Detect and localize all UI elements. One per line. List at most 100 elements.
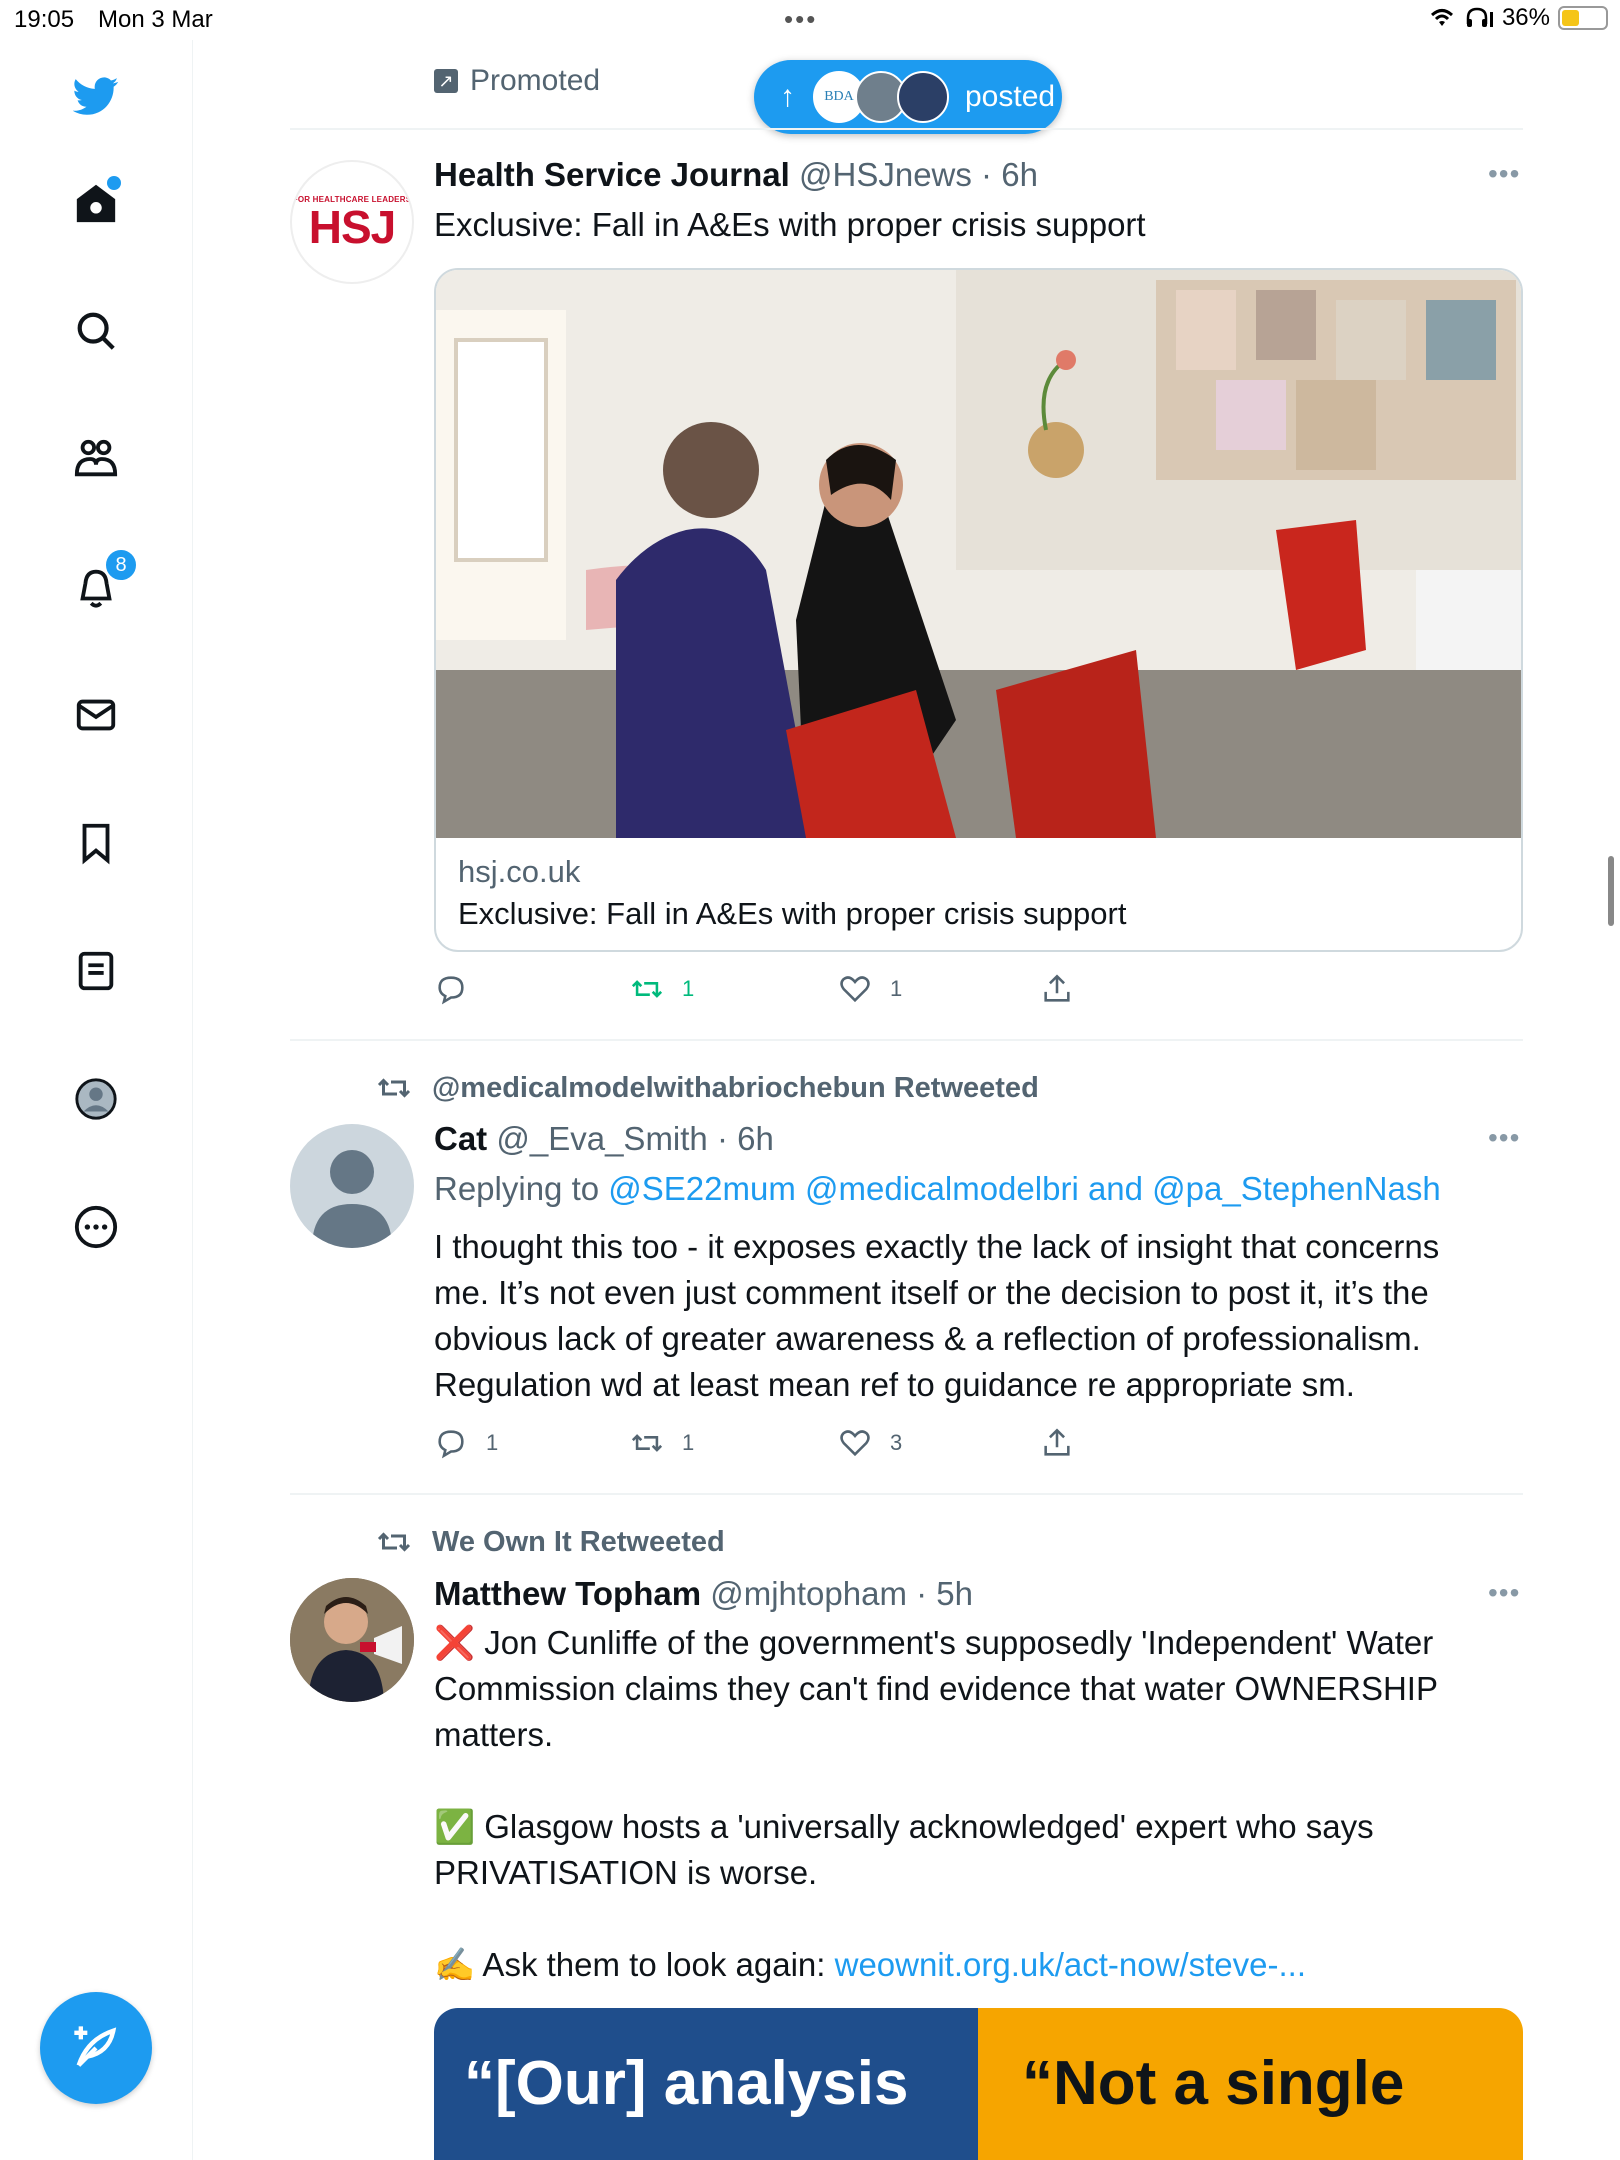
retweeted-by-label: @medicalmodelwithabriochebun Retweeted [432,1071,1039,1104]
search-icon[interactable] [63,298,129,364]
more-icon[interactable] [63,1194,129,1260]
share-icon [1044,974,1070,1002]
tweet-header: Cat @_Eva_Smith · 6h [434,1120,774,1157]
tweet-link[interactable]: weownit.org.uk/act-now/steve-... [835,1946,1306,1983]
tweet-divider [290,1039,1523,1041]
home-icon[interactable] [63,170,129,236]
multitasking-dots-icon[interactable]: ••• [784,4,817,35]
retweet-icon [631,1434,663,1452]
sidebar: 8 [0,40,193,2160]
status-date: Mon 3 Mar [98,6,213,33]
retweet-button[interactable]: 1 [630,972,694,1006]
battery-percent: 36% [1501,4,1550,31]
tweet-text-line: I thought this too - it exposes exactly … [434,1228,1440,1265]
author-name[interactable]: Health Service Journal [434,156,790,193]
retweet-icon [377,1532,411,1552]
tweet-text-line: me. It’s not even just comment itself or… [434,1274,1429,1311]
author-name[interactable]: Matthew Topham [434,1575,701,1612]
tweet-text-line: PRIVATISATION is worse. [434,1854,818,1891]
avatar[interactable] [290,1124,414,1248]
tweet-image-right-text: “Not a single [978,2008,1523,2160]
more-options-icon[interactable]: ••• [1488,158,1520,190]
twitter-logo-icon[interactable] [63,63,129,129]
replying-to-users[interactable]: @SE22mum @medicalmodelbri and @pa_Stephe… [608,1170,1440,1207]
retweet-count: 1 [682,976,695,1001]
promoted-icon: ↗ [434,69,458,93]
card-photo [436,270,1521,838]
battery-icon [1558,6,1608,30]
promoted-label: ↗ Promoted [434,64,600,98]
tweet-text-line: ✅ Glasgow hosts a 'universally acknowled… [434,1808,1374,1845]
like-count: 1 [890,976,903,1001]
reply-icon [438,976,464,1005]
avatar[interactable]: FOR HEALTHCARE LEADERS HSJ [290,160,414,284]
retweet-count: 1 [682,1430,695,1455]
ask-prefix: ✍️ Ask them to look again: [434,1946,835,1983]
tweet-text-line: Regulation wd at least mean ref to guida… [434,1366,1355,1403]
lists-icon[interactable] [63,938,129,1004]
more-options-icon[interactable]: ••• [1488,1577,1520,1609]
tweet-time[interactable]: 6h [1001,156,1038,193]
pill-avatar-3 [897,71,949,123]
tweet-text-line: matters. [434,1716,554,1753]
author-name[interactable]: Cat [434,1120,487,1157]
reply-button[interactable]: 1 [434,1426,498,1460]
tweet-text: Exclusive: Fall in A&Es with proper cris… [434,206,1146,243]
like-button[interactable]: 1 [838,972,902,1006]
avatar[interactable] [290,1578,414,1702]
card-title: Exclusive: Fall in A&Es with proper cris… [458,896,1127,931]
headphones-icon [1466,7,1493,27]
tweet-text: ❌ Jon Cunliffe of the government's suppo… [434,1620,1524,1988]
tweet-text-line: ❌ Jon Cunliffe of the government's suppo… [434,1624,1434,1661]
battery-fill [1562,10,1579,26]
new-posts-label: posted [965,80,1056,113]
retweeted-by-label: We Own It Retweeted [432,1525,725,1558]
tweet-image[interactable]: “[Our] analysis “Not a single [434,2008,1523,2160]
author-handle[interactable]: @_Eva_Smith [496,1120,707,1157]
tweet-text-line: ✍️ Ask them to look again: weownit.org.u… [434,1942,1524,1988]
retweet-button[interactable]: 1 [630,1426,694,1460]
reply-count: 1 [486,1430,499,1455]
card-photo-scene [436,270,1521,838]
profile-icon[interactable] [63,1066,129,1132]
default-avatar-icon [312,1150,392,1248]
like-button[interactable]: 3 [838,1426,902,1460]
new-posts-pill[interactable]: ↑ BDA posted [754,60,1062,134]
reply-icon [438,1430,464,1459]
tweet-time[interactable]: 6h [737,1120,774,1157]
retweet-icon [377,1078,411,1098]
retweeted-by[interactable]: @medicalmodelwithabriochebun Retweeted [376,1070,1039,1106]
messages-icon[interactable] [63,682,129,748]
avatar-photo [290,1578,414,1702]
share-icon [1044,1428,1070,1456]
tweet-image-left-text: “[Our] analysis [434,2008,978,2160]
status-time: 19:05 [14,6,75,33]
share-button[interactable] [1040,972,1074,1006]
tweet-text-line: Commission claims they can't find eviden… [434,1670,1438,1707]
author-handle[interactable]: @HSJnews [799,156,972,193]
status-bar: 19:05 Mon 3 Mar ••• 36% [0,0,1620,40]
link-card[interactable]: hsj.co.uk Exclusive: Fall in A&Es with p… [434,268,1523,952]
replying-to: Replying to @SE22mum @medicalmodelbri an… [434,1166,1524,1212]
heart-icon [840,976,870,1003]
bookmarks-icon[interactable] [63,810,129,876]
scrollbar[interactable] [1608,856,1614,926]
author-handle[interactable]: @mjhtopham [710,1575,907,1612]
tweet-actions: 1 1 [434,972,1134,1012]
notifications-icon[interactable]: 8 [63,548,138,620]
retweeted-by[interactable]: We Own It Retweeted [376,1524,725,1560]
communities-icon[interactable] [63,426,129,492]
tweet-text-line: obvious lack of greater awareness & a re… [434,1320,1421,1357]
reply-button[interactable] [434,972,486,1006]
compose-tweet-button[interactable] [40,1992,152,2104]
share-button[interactable] [1040,1426,1074,1460]
hsj-logo: HSJ [308,200,396,253]
promoted-text: Promoted [470,64,601,97]
tweet-divider [290,1493,1523,1495]
compose-feather-icon [74,2026,117,2067]
tweet-divider [290,128,1523,130]
more-options-icon[interactable]: ••• [1488,1122,1520,1154]
tweet-time[interactable]: 5h [936,1575,973,1612]
tweet-header: Matthew Topham @mjhtopham · 5h [434,1575,974,1612]
replying-prefix: Replying to [434,1170,600,1207]
